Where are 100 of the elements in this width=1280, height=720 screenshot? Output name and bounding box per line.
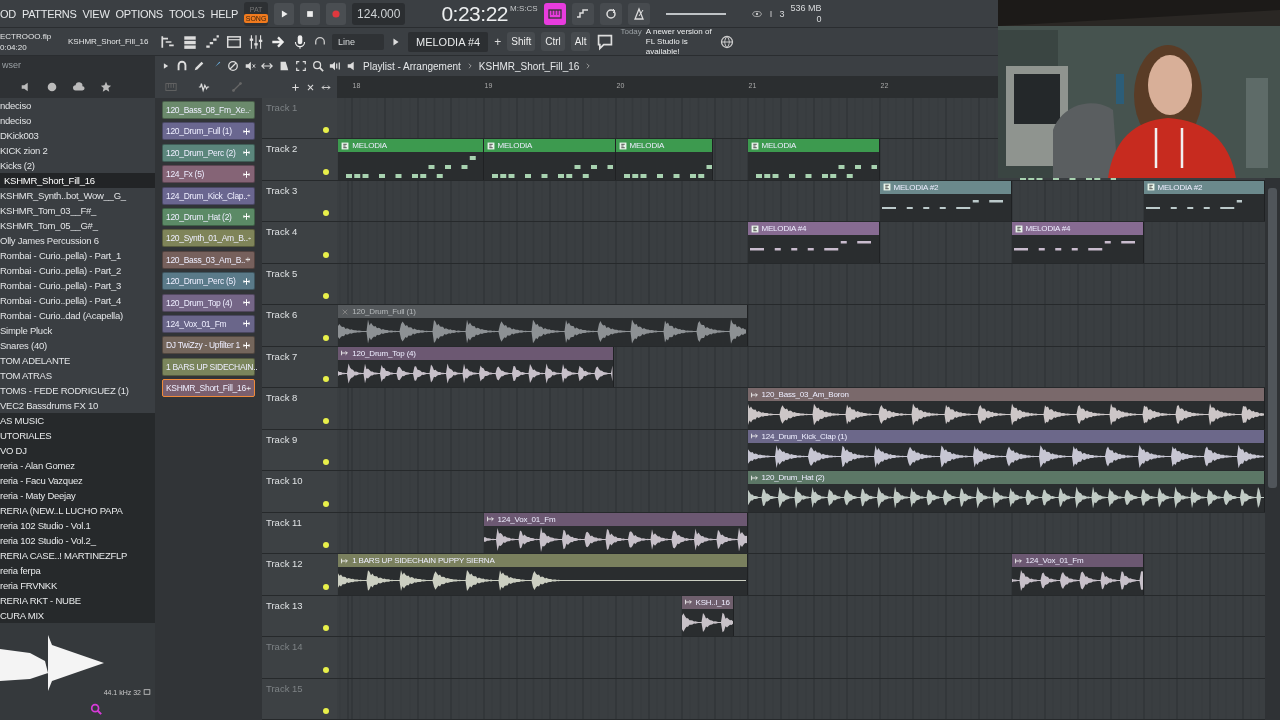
browser-file[interactable]: ndeciso [0, 98, 155, 113]
modifier-key[interactable]: Alt [570, 32, 591, 51]
menu-item[interactable]: OPTIONS [115, 7, 163, 20]
browser-file[interactable]: VEC2 Bassdrums FX 10 [0, 398, 155, 413]
mute-led[interactable] [323, 459, 329, 466]
clip-header[interactable]: MELODIA [747, 139, 879, 153]
browser-folder[interactable]: reria - Alan Gomez [0, 458, 155, 473]
mute-led[interactable] [323, 583, 329, 590]
clip-header[interactable]: 120_Bass_03_Am_Boron [747, 388, 1264, 402]
globe-icon[interactable] [719, 34, 734, 49]
browser-file[interactable]: Rombai - Curio..dad (Acapella) [0, 308, 155, 323]
mute-led[interactable] [323, 251, 329, 258]
playlist-clip[interactable]: 124_Vox_01_Fm [1011, 554, 1144, 595]
clip-header[interactable]: 1 BARS UP SIDECHAIN PUPPY SIERNA [338, 554, 747, 568]
browser-file[interactable]: Snares (40) [0, 338, 155, 353]
pencil-icon[interactable] [193, 60, 205, 72]
track-name[interactable]: Track 10 [266, 475, 303, 487]
channel-button[interactable]: 120_Bass_08_Fm_Xe.. [162, 101, 255, 119]
close-icon[interactable] [306, 82, 315, 92]
add-pattern-button[interactable]: + [494, 34, 502, 49]
mute-led[interactable] [323, 542, 329, 549]
clip-header[interactable]: MELODIA [615, 139, 713, 153]
browser-file[interactable]: Olly James Percussion 6 [0, 233, 155, 248]
metronome-button[interactable] [627, 2, 650, 25]
mute-led[interactable] [323, 334, 329, 341]
master-pitch-line[interactable] [665, 12, 726, 15]
zoom-icon[interactable] [312, 60, 324, 72]
channel-button[interactable]: 120_Synth_01_Am_B.. [162, 229, 255, 248]
channel-button[interactable]: 124_Drum_Kick_Clap.. [162, 186, 255, 205]
track-name[interactable]: Track 12 [266, 558, 303, 570]
browser-file[interactable]: Rombai - Curio..pella) - Part_1 [0, 248, 155, 263]
channel-button[interactable]: 120_Drum_Top (4) [162, 293, 255, 312]
browser-folder[interactable]: UTORIALES [0, 428, 155, 443]
magnet-icon[interactable] [176, 60, 188, 72]
browser-file[interactable]: TOM ADELANTE [0, 353, 155, 368]
browser-file[interactable]: KSHMR_Tom_03__F#_ [0, 203, 155, 218]
browser-file[interactable]: KSHMR_Synth..bot_Wow__G_ [0, 188, 155, 203]
channel-button[interactable]: 120_Drum_Full (1) [162, 122, 255, 141]
clip-header[interactable]: MELODIA [338, 139, 483, 153]
menu-item[interactable]: VIEW [82, 7, 110, 20]
playlist-clip[interactable]: 120_Drum_Top (4) [338, 346, 615, 388]
track-name[interactable]: Track 4 [266, 226, 298, 238]
mute-led[interactable] [323, 210, 329, 217]
slip-icon[interactable] [261, 60, 273, 72]
playlist-clip[interactable]: MELODIA #2 [1143, 180, 1265, 222]
channel-button[interactable]: 124_Fx (5) [162, 165, 255, 184]
modifier-key[interactable]: Ctrl [541, 32, 565, 51]
microphone-icon[interactable] [292, 33, 308, 50]
input-dropdown[interactable]: Line [332, 33, 384, 50]
browser-folder[interactable]: reria - Facu Vazquez [0, 473, 155, 488]
browser-file[interactable]: DKick003 [0, 128, 155, 143]
mute-icon[interactable] [244, 60, 256, 72]
search-icon[interactable] [90, 703, 102, 715]
cloud-icon[interactable] [72, 81, 86, 93]
playlist-clip[interactable]: 120_Bass_03_Am_Boron [747, 388, 1265, 429]
browser-file[interactable]: TOMS - FEDE RODRIGUEZ (1) [0, 383, 155, 398]
track-name[interactable]: Track 13 [266, 599, 303, 611]
play-button[interactable] [274, 2, 295, 25]
menu-item[interactable]: TOOLS [168, 7, 205, 20]
browser-folder[interactable]: RERIA (NEW..L LUCHO PAPA [0, 503, 155, 518]
playlist-clip[interactable]: MELODIA [615, 139, 714, 180]
speech-bubble-icon[interactable] [596, 32, 615, 51]
menu-item[interactable]: HELP [210, 7, 239, 20]
browser-folder[interactable]: RERIA CASE..! MARTINEZFLP [0, 548, 155, 563]
browser-file[interactable]: Rombai - Curio..pella) - Part_4 [0, 293, 155, 308]
channel-button[interactable]: 1 BARS UP SIDECHAIN.. [162, 357, 255, 376]
browser-file[interactable]: Rombai - Curio..pella) - Part_2 [0, 263, 155, 278]
track-name[interactable]: Track 6 [266, 309, 298, 321]
resize-icon[interactable] [321, 82, 331, 92]
loop-record-button[interactable] [599, 2, 622, 25]
channel-rack-icon[interactable] [182, 33, 198, 50]
delete-icon[interactable] [227, 60, 239, 72]
track-name[interactable]: Track 5 [266, 267, 298, 279]
playlist-clip[interactable]: 1 BARS UP SIDECHAIN PUPPY SIERNA [338, 554, 748, 595]
browser-file[interactable]: TOM ATRAS [0, 368, 155, 383]
mute-led[interactable] [323, 127, 329, 134]
channel-button[interactable]: 124_Vox_01_Fm [162, 314, 255, 333]
browser-file[interactable]: Rombai - Curio..pella) - Part_3 [0, 278, 155, 293]
globe-icon[interactable] [46, 81, 58, 93]
tempo-field[interactable]: 124.000 [352, 2, 406, 25]
select-icon[interactable] [295, 60, 307, 72]
channel-button[interactable]: 120_Drum_Perc (5) [162, 272, 255, 291]
waveform-icon[interactable] [197, 81, 211, 93]
playlist-icon[interactable] [160, 33, 176, 50]
track-name[interactable]: Track 9 [266, 433, 298, 445]
channel-button[interactable]: 120_Drum_Hat (2) [162, 207, 255, 226]
playlist-clip[interactable]: MELODIA #2 [879, 180, 1012, 222]
playback-icon[interactable] [329, 60, 341, 72]
clip-header[interactable]: MELODIA #4 [1011, 222, 1143, 236]
star-icon[interactable] [100, 81, 112, 93]
step-edit-button[interactable] [571, 2, 594, 25]
playlist-clip[interactable]: MELODIA #4 [747, 222, 880, 263]
playlist-clip[interactable]: 124_Vox_01_Fm [483, 512, 748, 554]
track-name[interactable]: Track 11 [266, 516, 302, 528]
browser-folder[interactable]: reria FRVNKK [0, 578, 155, 593]
browser-file[interactable]: KICK zion 2 [0, 143, 155, 158]
browser-file[interactable]: Simple Pluck [0, 323, 155, 338]
modifier-key[interactable]: Shift [507, 32, 536, 51]
track-name[interactable]: Track 7 [266, 350, 298, 362]
track-name[interactable]: Track 8 [266, 392, 298, 404]
